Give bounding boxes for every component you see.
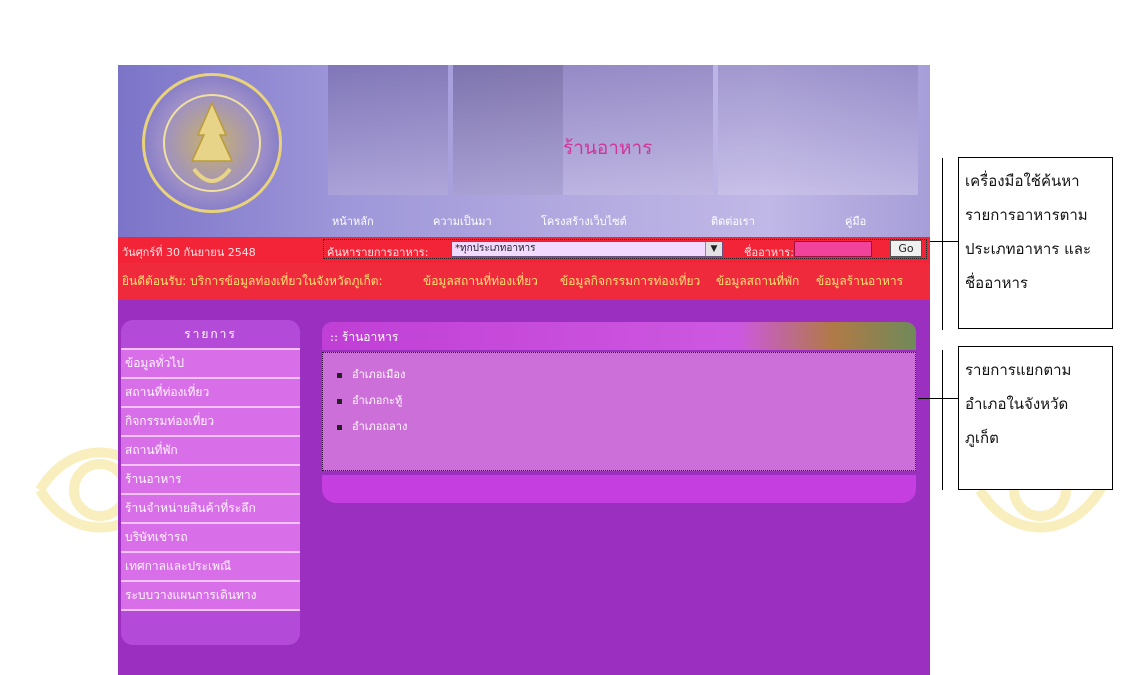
nav-contact[interactable]: ติดต่อเรา	[711, 212, 755, 230]
district-item-mueang[interactable]: อำเภอเมือง	[337, 365, 405, 383]
nav-manual[interactable]: คู่มือ	[845, 212, 866, 230]
district-list-panel: อำเภอเมือง อำเภอกะทู้ อำเภอถลาง	[322, 352, 916, 471]
district-label: อำเภอเมือง	[352, 368, 406, 381]
district-item-thalang[interactable]: อำเภอถลาง	[337, 417, 407, 435]
food-name-label: ชื่ออาหาร:	[744, 246, 794, 259]
food-name-input[interactable]	[794, 241, 872, 257]
banner-photo-chef	[328, 65, 448, 195]
callout-line: รายการแยกตาม	[965, 361, 1072, 379]
nav-home[interactable]: หน้าหลัก	[332, 212, 374, 230]
nav-sitemap[interactable]: โครงสร้างเว็บไซต์	[541, 212, 627, 230]
sidebar-item-accommodation[interactable]: สถานที่พัก	[121, 435, 300, 464]
callout-bracket-districts	[942, 350, 943, 490]
district-label: อำเภอกะทู้	[352, 394, 403, 407]
callout-bracket-search	[942, 158, 943, 330]
website-screenshot: ร้านอาหาร หน้าหลัก ความเป็นมา โครงสร้างเ…	[118, 65, 930, 675]
banner-photo-seaside	[718, 65, 918, 195]
sidebar-item-festivals[interactable]: เทศกาลและประเพณี	[121, 551, 300, 580]
callout-search-tools: เครื่องมือใช้ค้นหา รายการอาหารตาม ประเภท…	[958, 157, 1113, 329]
food-search-form: ค้นหารายการอาหาร: *ทุกประเภทอาหาร ▼ ชื่อ…	[323, 239, 927, 259]
sidebar-title: รายการ	[121, 320, 300, 348]
sidebar-item-activities[interactable]: กิจกรรมท่องเที่ยว	[121, 406, 300, 435]
callout-line: เครื่องมือใช้ค้นหา	[965, 172, 1080, 190]
go-button[interactable]: Go	[890, 240, 922, 257]
callout-district-list: รายการแยกตาม อำเภอในจังหวัด ภูเก็ต	[958, 346, 1113, 490]
content-title: :: ร้านอาหาร	[330, 330, 399, 344]
services-bar: ยินดีต้อนรับ: บริการข้อมูลท่องเที่ยวในจั…	[118, 263, 930, 300]
bullet-icon	[337, 398, 342, 404]
sidebar-menu: รายการ ข้อมูลทั่วไป สถานที่ท่องเที่ยว กิ…	[121, 320, 300, 675]
callout-line: รายการอาหารตาม	[965, 206, 1088, 224]
callout-line: ประเภทอาหาร และ	[965, 240, 1092, 258]
services-intro: ยินดีต้อนรับ: บริการข้อมูลท่องเที่ยวในจั…	[122, 274, 383, 288]
callout-connector-search	[930, 241, 958, 242]
banner-photo-dining	[453, 65, 563, 195]
food-type-selected: *ทุกประเภทอาหาร	[455, 243, 536, 254]
search-bar: วันศุกร์ที่ 30 กันยายน 2548 ค้นหารายการอ…	[118, 237, 930, 263]
bullet-icon	[337, 372, 342, 378]
sidebar-item-restaurants[interactable]: ร้านอาหาร	[121, 464, 300, 493]
sidebar-footer	[121, 609, 300, 645]
banner-title: ร้านอาหาร	[563, 137, 653, 159]
food-type-select[interactable]: *ทุกประเภทอาหาร ▼	[451, 241, 723, 257]
callout-line: อำเภอในจังหวัด	[965, 395, 1069, 413]
banner-photo-buffet	[563, 65, 713, 195]
university-seal-logo	[142, 73, 282, 213]
service-link-activities[interactable]: ข้อมูลกิจกรรมการท่องเที่ยว	[560, 272, 700, 291]
sidebar-item-general-info[interactable]: ข้อมูลทั่วไป	[121, 348, 300, 377]
content-footer	[322, 475, 916, 503]
callout-connector-districts	[918, 398, 958, 399]
current-date: วันศุกร์ที่ 30 กันยายน 2548	[122, 246, 256, 259]
content-header: :: ร้านอาหาร	[322, 322, 916, 350]
callout-line: ภูเก็ต	[965, 429, 999, 447]
sidebar-item-souvenir-shops[interactable]: ร้านจำหน่ายสินค้าที่ระลึก	[121, 493, 300, 522]
callout-line: ชื่ออาหาร	[965, 274, 1028, 292]
bullet-icon	[337, 424, 342, 430]
district-label: อำเภอถลาง	[352, 420, 408, 433]
district-item-kathu[interactable]: อำเภอกะทู้	[337, 391, 402, 409]
site-banner: ร้านอาหาร หน้าหลัก ความเป็นมา โครงสร้างเ…	[118, 65, 930, 237]
sidebar-item-trip-planner[interactable]: ระบบวางแผนการเดินทาง	[121, 580, 300, 609]
nav-history[interactable]: ความเป็นมา	[433, 212, 492, 230]
sidebar-item-attractions[interactable]: สถานที่ท่องเที่ยว	[121, 377, 300, 406]
chevron-down-icon[interactable]: ▼	[705, 242, 722, 256]
service-link-restaurants[interactable]: ข้อมูลร้านอาหาร	[816, 272, 903, 291]
service-link-attractions[interactable]: ข้อมูลสถานที่ท่องเที่ยว	[423, 272, 538, 291]
sidebar-item-car-rental[interactable]: บริษัทเช่ารถ	[121, 522, 300, 551]
food-search-label: ค้นหารายการอาหาร:	[327, 246, 429, 259]
service-link-accommodation[interactable]: ข้อมูลสถานที่พัก	[716, 272, 799, 291]
